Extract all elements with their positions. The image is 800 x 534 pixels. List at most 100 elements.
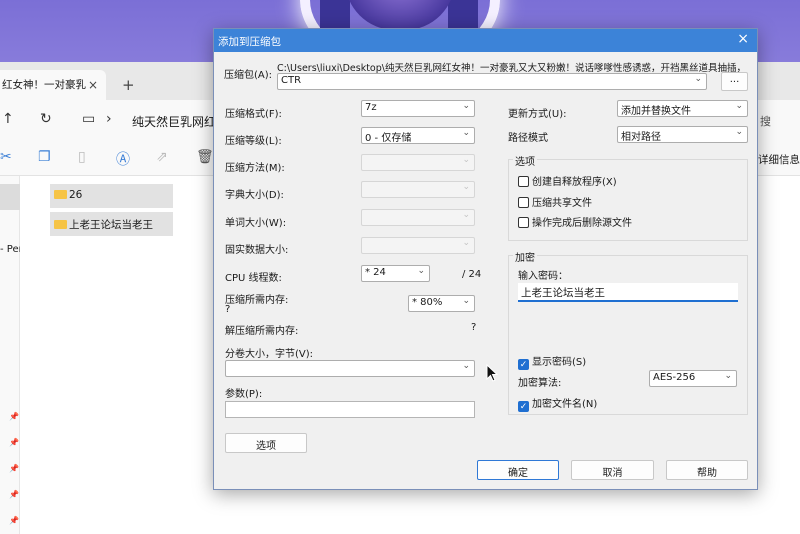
format-value: 7z <box>365 102 377 113</box>
encryption-method-value: AES-256 <box>653 372 696 383</box>
shared-files-checkbox[interactable]: 压缩共享文件 <box>518 194 592 209</box>
navigation-pane: - Per 📌 📌 📌 📌 📌 <box>0 176 23 534</box>
dialog-title: 添加到压缩包 <box>218 36 281 48</box>
encryption-group-title: 加密 <box>513 249 537 264</box>
delete-after-label: 操作完成后删除源文件 <box>532 218 632 229</box>
chevron-down-icon: ⌄ <box>462 296 470 306</box>
encryption-method-select[interactable]: AES-256 ⌄ <box>649 370 737 387</box>
mouse-cursor-icon <box>486 364 498 382</box>
ok-button[interactable]: 确定 <box>477 460 559 480</box>
method-label: 压缩方法(M): <box>225 163 285 174</box>
word-size-select[interactable]: ⌄ <box>361 209 475 226</box>
pin-icon: 📌 <box>9 516 19 525</box>
threads-select[interactable]: * 24 ⌄ <box>361 265 430 282</box>
encryption-method-label: 加密算法: <box>518 378 562 389</box>
level-select[interactable]: 0 - 仅存储 ⌄ <box>361 127 475 144</box>
close-icon[interactable]: × <box>88 78 98 92</box>
password-label: 输入密码： <box>518 271 568 282</box>
show-password-checkbox[interactable]: ✓ 显示密码(S) <box>518 353 586 370</box>
chevron-down-icon: ⌄ <box>735 127 743 137</box>
share-icon[interactable]: ⇗ <box>156 149 168 165</box>
threads-label: CPU 线程数: <box>225 273 282 284</box>
chevron-down-icon: ⌄ <box>417 266 425 276</box>
memory-percent-value: * 80% <box>412 297 443 308</box>
folder-icon <box>54 220 67 229</box>
details-pane-button[interactable]: 详细信息 <box>758 152 800 167</box>
chevron-down-icon: ⌄ <box>462 182 470 192</box>
address-bar[interactable]: 纯天然巨乳网红 <box>132 113 216 130</box>
archive-label: 压缩包(A): <box>224 70 273 81</box>
delete-icon[interactable]: 🗑 <box>196 149 214 165</box>
chevron-down-icon: ⌄ <box>462 101 470 111</box>
archive-path-text: C:\Users\liuxi\Desktop\纯天然巨乳网红女神！一对豪乳又大又… <box>277 63 746 74</box>
archive-name-value: CTR <box>281 75 302 86</box>
decompress-memory-value: ? <box>471 322 477 333</box>
dictionary-select[interactable]: ⌄ <box>361 181 475 198</box>
update-mode-select[interactable]: 添加并替换文件 ⌄ <box>617 100 748 117</box>
params-label: 参数(P): <box>225 389 263 400</box>
format-select[interactable]: 7z ⌄ <box>361 100 475 117</box>
list-item[interactable]: 上老王论坛当老王 <box>50 212 173 236</box>
format-label: 压缩格式(F): <box>225 109 282 120</box>
dialog-titlebar: 添加到压缩包 × <box>214 29 757 52</box>
chevron-down-icon: ⌄ <box>735 101 743 111</box>
word-size-label: 单词大小(W): <box>225 218 287 229</box>
dictionary-label: 字典大小(D): <box>225 190 284 201</box>
cut-icon[interactable]: ✂ <box>0 149 12 165</box>
chevron-down-icon: ⌄ <box>724 371 732 381</box>
password-input[interactable]: 上老王论坛当老王 <box>518 283 738 302</box>
options-group-title: 选项 <box>513 153 537 168</box>
tab-title: 红女神！一对豪乳 <box>2 79 86 91</box>
chevron-down-icon: ⌄ <box>462 361 470 371</box>
chevron-down-icon: ⌄ <box>462 128 470 138</box>
up-arrow-icon[interactable]: ↑ <box>2 111 14 127</box>
close-icon[interactable]: × <box>737 31 749 47</box>
split-size-combo[interactable]: ⌄ <box>225 360 475 377</box>
memory-label: 压缩所需内存: <box>225 295 289 306</box>
path-mode-select[interactable]: 相对路径 ⌄ <box>617 126 748 143</box>
help-button[interactable]: 帮助 <box>666 460 748 480</box>
nav-selected-item[interactable] <box>0 184 20 210</box>
memory-percent-select[interactable]: * 80% ⌄ <box>408 295 475 312</box>
show-password-label: 显示密码(S) <box>532 357 587 368</box>
sfx-checkbox[interactable]: 创建自释放程序(X) <box>518 173 617 188</box>
params-input[interactable] <box>225 401 475 418</box>
checkbox-icon <box>518 176 529 187</box>
options-button[interactable]: 选项 <box>225 433 307 453</box>
chevron-down-icon: ⌄ <box>462 210 470 220</box>
encrypt-names-checkbox[interactable]: ✓ 加密文件名(N) <box>518 395 597 412</box>
split-size-label: 分卷大小，字节(V): <box>225 349 314 360</box>
solid-size-select[interactable]: ⌄ <box>361 237 475 254</box>
method-select[interactable]: ⌄ <box>361 154 475 171</box>
checkbox-checked-icon: ✓ <box>518 359 529 370</box>
delete-after-checkbox[interactable]: 操作完成后删除源文件 <box>518 214 632 229</box>
path-mode-value: 相对路径 <box>621 132 661 143</box>
threads-max: / 24 <box>462 269 482 280</box>
paste-icon[interactable]: ▯ <box>78 149 86 165</box>
add-to-archive-dialog: 添加到压缩包 × 压缩包(A): C:\Users\liuxi\Desktop\… <box>213 28 758 490</box>
threads-value: * 24 <box>365 267 386 278</box>
encrypt-names-label: 加密文件名(N) <box>532 399 598 410</box>
folder-icon <box>54 190 67 199</box>
archive-name-combo[interactable]: CTR ⌄ <box>277 73 707 90</box>
monitor-icon[interactable]: ▭ <box>82 111 95 127</box>
list-item[interactable]: 26 <box>50 184 173 208</box>
pin-icon: 📌 <box>9 438 19 447</box>
level-label: 压缩等级(L): <box>225 136 282 147</box>
browse-button[interactable]: ... <box>721 72 748 91</box>
search-box[interactable]: 搜 <box>760 113 771 129</box>
update-mode-value: 添加并替换文件 <box>621 106 691 117</box>
decompress-memory-label: 解压缩所需内存: <box>225 326 299 337</box>
refresh-icon[interactable]: ↻ <box>40 111 52 127</box>
rename-icon[interactable]: Ⓐ <box>116 149 130 169</box>
checkbox-icon <box>518 217 529 228</box>
copy-icon[interactable]: ❐ <box>38 149 51 165</box>
password-value: 上老王论坛当老王 <box>521 287 605 299</box>
new-tab-button[interactable]: + <box>122 76 135 94</box>
chevron-down-icon: ⌄ <box>694 74 702 84</box>
chevron-down-icon: ⌄ <box>462 155 470 165</box>
checkbox-checked-icon: ✓ <box>518 401 529 412</box>
shared-files-label: 压缩共享文件 <box>532 198 592 209</box>
sfx-label: 创建自释放程序(X) <box>532 177 617 188</box>
cancel-button[interactable]: 取消 <box>571 460 654 480</box>
